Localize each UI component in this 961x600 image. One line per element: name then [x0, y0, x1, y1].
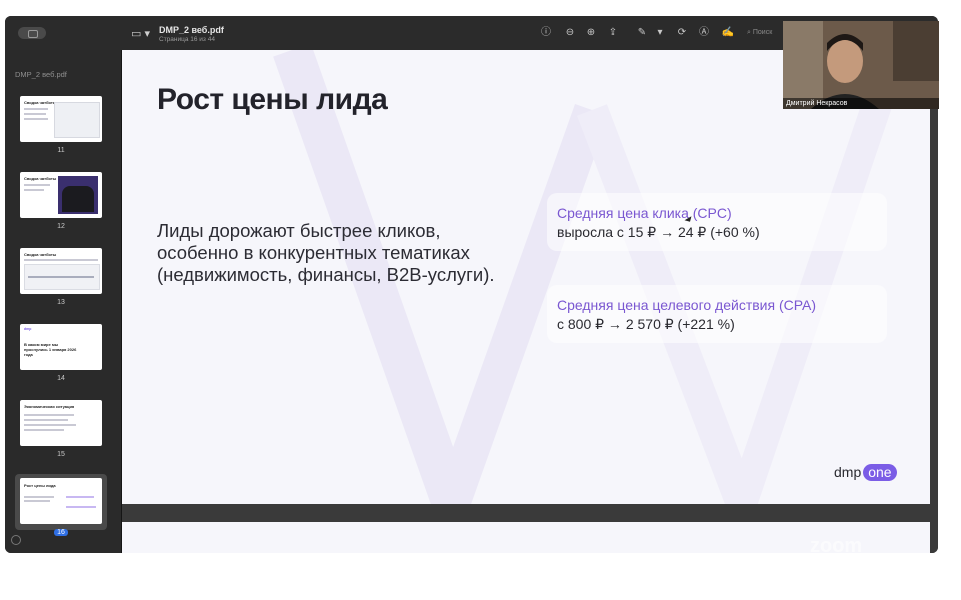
- window-controls[interactable]: [18, 27, 46, 39]
- thumbnail-number: 15: [57, 451, 65, 458]
- annotate-icon[interactable]: Ⓐ: [697, 26, 711, 40]
- participant-video-feed: [783, 21, 939, 109]
- next-slide-page: [122, 522, 930, 553]
- thumbnail-title: Рост цены лида: [24, 483, 56, 488]
- thumbnail-number: 14: [57, 375, 65, 382]
- zoom-watermark: zoom: [810, 535, 863, 553]
- rotate-icon[interactable]: ⟳: [675, 26, 689, 40]
- thumbnail-number: 13: [57, 299, 65, 306]
- thumbnail-page-13[interactable]: Сводка чатботы: [20, 248, 102, 294]
- cpc-card: Средняя цена клика (CPC) выросла с 15 ₽ …: [547, 193, 887, 251]
- thumbnail-page-14[interactable]: dmp В каком мире мы проснулись 1 января …: [20, 324, 102, 370]
- thumbnail-page-12[interactable]: Сводка чатботы: [20, 172, 102, 218]
- sidebar-toggle-icon[interactable]: ▭ ▾: [131, 27, 150, 40]
- sidebar-filename: DMP_2 веб.pdf: [15, 70, 67, 79]
- thumbnail-title: Сводка чатботы: [24, 176, 57, 181]
- form-fill-icon[interactable]: ✍: [721, 26, 735, 40]
- thumbnail-title: В каком мире мы проснулись 1 января 2026…: [24, 342, 77, 357]
- zoom-out-icon[interactable]: ⊖: [563, 26, 577, 40]
- cpa-card: Средняя цена целевого действия (CPA) с 8…: [547, 285, 887, 343]
- document-view[interactable]: Рост цены лида Лиды дорожают быстрее кли…: [122, 50, 938, 553]
- page-indicator: Страница 16 из 44: [159, 36, 215, 43]
- cpc-heading: Средняя цена клика (CPC): [557, 205, 732, 221]
- thumbnail-page-16[interactable]: Рост цены лида: [20, 478, 102, 524]
- sidebar-options-icon[interactable]: [11, 535, 21, 545]
- thumbnail-number: 11: [57, 147, 65, 154]
- info-icon[interactable]: ⓘ: [539, 26, 553, 40]
- cpa-text: с 800 ₽ → 2 570 ₽ (+221 %): [557, 316, 735, 332]
- thumbnail-sidebar: DMP_2 веб.pdf Сводка чатботы 11 Сводка ч…: [5, 50, 122, 553]
- participant-video[interactable]: Дмитрий Некрасов: [783, 21, 939, 109]
- thumbnail-logo: dmp: [24, 327, 32, 331]
- search-icon: ⌕: [747, 29, 751, 36]
- search-field[interactable]: ⌕ Поиск: [747, 26, 787, 40]
- slide-page: Рост цены лида Лиды дорожают быстрее кли…: [122, 50, 930, 504]
- logo-text: dmp: [834, 464, 862, 480]
- logo-badge: one: [863, 464, 897, 481]
- thumbnail-title: Экономическая ситуация: [24, 404, 75, 409]
- zoom-in-icon[interactable]: ⊕: [584, 26, 598, 40]
- selected-page-badge: 16: [54, 529, 68, 536]
- thumbnail-number-selected: 16: [20, 529, 102, 536]
- chevron-down-icon[interactable]: ▾: [653, 26, 667, 40]
- thumbnail-title: Сводка чатботы: [24, 252, 57, 257]
- document-title: DMP_2 веб.pdf: [159, 25, 224, 35]
- share-icon[interactable]: ⇪: [606, 26, 620, 40]
- cpc-text: выросла с 15 ₽ → 24 ₽ (+60 %): [557, 224, 760, 240]
- markup-pen-icon[interactable]: ✎: [635, 26, 649, 40]
- slide-title: Рост цены лида: [157, 83, 388, 116]
- thumbnail-page-11[interactable]: Сводка чатботы: [20, 96, 102, 142]
- participant-name: Дмитрий Некрасов: [783, 98, 939, 109]
- search-placeholder: Поиск: [752, 29, 773, 36]
- thumbnail-number: 12: [57, 223, 65, 230]
- slide-body-text: Лиды дорожают быстрее кликов, особенно в…: [157, 220, 495, 285]
- thumbnail-title: Сводка чатботы: [24, 100, 57, 105]
- dmp-one-logo: dmp one: [834, 464, 897, 481]
- cpa-heading: Средняя цена целевого действия (CPA): [557, 297, 817, 313]
- thumbnail-page-15[interactable]: Экономическая ситуация: [20, 400, 102, 446]
